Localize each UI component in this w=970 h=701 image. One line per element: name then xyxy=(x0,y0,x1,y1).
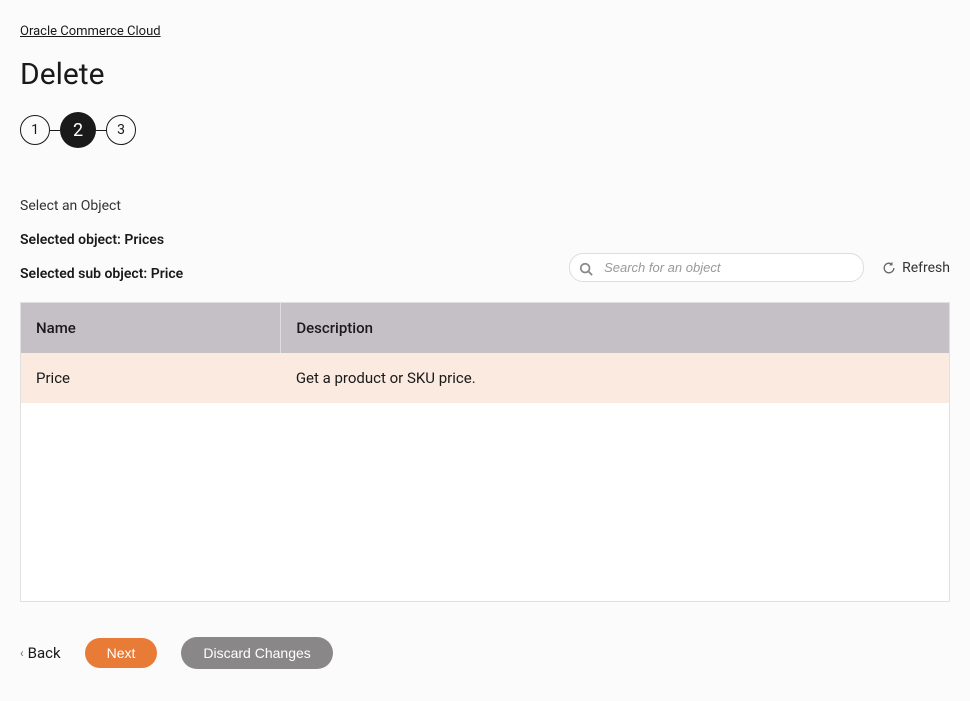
search-box xyxy=(569,253,864,282)
selected-object-label: Selected object: Prices xyxy=(20,232,183,248)
search-input[interactable] xyxy=(569,253,864,282)
step-2[interactable]: 2 xyxy=(60,112,96,148)
step-connector xyxy=(50,130,60,131)
chevron-left-icon: ‹ xyxy=(20,646,24,660)
cell-name: Price xyxy=(21,353,281,403)
back-button[interactable]: ‹ Back xyxy=(20,644,61,662)
step-3[interactable]: 3 xyxy=(106,115,136,145)
refresh-icon xyxy=(882,261,896,275)
refresh-label: Refresh xyxy=(902,260,950,276)
step-connector xyxy=(96,130,106,131)
wizard-stepper: 1 2 3 xyxy=(20,112,950,148)
search-icon xyxy=(579,261,593,275)
page-title: Delete xyxy=(20,57,950,92)
breadcrumb-link[interactable]: Oracle Commerce Cloud xyxy=(20,24,161,39)
section-label: Select an Object xyxy=(20,198,950,214)
next-button[interactable]: Next xyxy=(85,638,158,668)
column-header-name[interactable]: Name xyxy=(21,303,281,353)
cell-description: Get a product or SKU price. xyxy=(281,353,949,403)
discard-changes-button[interactable]: Discard Changes xyxy=(181,637,332,669)
table-row[interactable]: Price Get a product or SKU price. xyxy=(21,353,949,403)
column-header-description[interactable]: Description xyxy=(281,303,949,353)
step-1[interactable]: 1 xyxy=(20,115,50,145)
object-table-container: Name Description Price Get a product or … xyxy=(20,302,950,602)
object-table: Name Description Price Get a product or … xyxy=(21,303,949,403)
selected-sub-object-label: Selected sub object: Price xyxy=(20,266,183,282)
back-label: Back xyxy=(28,644,61,662)
footer-actions: ‹ Back Next Discard Changes xyxy=(20,637,950,669)
refresh-button[interactable]: Refresh xyxy=(882,260,950,276)
